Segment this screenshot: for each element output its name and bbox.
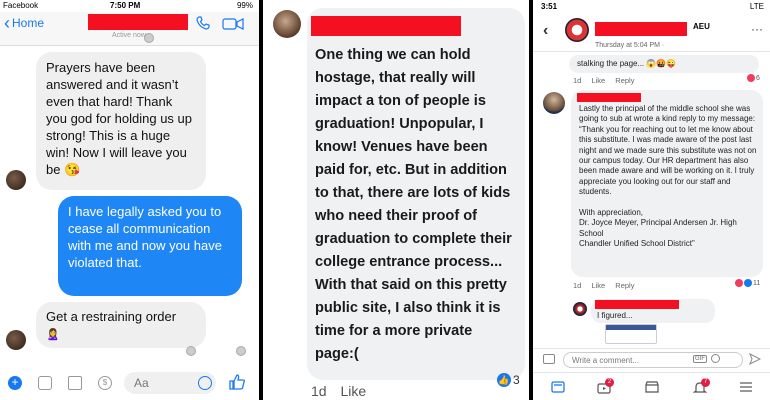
- carrier-label: Facebook: [3, 1, 39, 10]
- chat-header: ‹ Home Active now: [0, 12, 259, 46]
- notification-badge: 2: [605, 378, 614, 387]
- gif-button[interactable]: GIF: [693, 355, 707, 363]
- outgoing-message: I have legally asked you to cease all co…: [58, 196, 242, 296]
- reaction-count: 11: [735, 279, 760, 287]
- message-composer: + $ Aa: [0, 366, 259, 400]
- reaction-count: 6: [747, 74, 760, 82]
- comment-actions: 1d Like Reply: [573, 281, 642, 290]
- back-label: Home: [12, 16, 45, 30]
- redacted-commenter-name: [311, 16, 461, 36]
- group-name[interactable]: AEU: [693, 22, 710, 31]
- facebook-comment-screenshot: One thing we can hold hostage, that real…: [263, 0, 529, 400]
- bottom-tab-bar: 2 7: [533, 372, 770, 400]
- reaction-number: 3: [513, 373, 520, 387]
- contact-avatar: [6, 330, 26, 350]
- comment-time: 1d: [573, 76, 582, 85]
- redacted-contact-name: [88, 14, 188, 30]
- redacted-commenter-name: [577, 93, 641, 102]
- phone-icon[interactable]: [196, 16, 210, 30]
- reply-link[interactable]: Reply: [615, 281, 634, 290]
- seen-indicator: [186, 346, 196, 356]
- status-time: 7:50 PM: [110, 1, 141, 10]
- comment-time: 1d: [311, 383, 327, 399]
- like-link[interactable]: Like: [591, 76, 605, 85]
- status-time: 3:51: [541, 2, 558, 11]
- like-link[interactable]: Like: [591, 281, 605, 290]
- comment-time: 1d: [573, 281, 582, 290]
- redacted-poster-name: [595, 22, 687, 36]
- camera-icon[interactable]: [38, 376, 52, 390]
- post-header: ‹ AEU Thursday at 5:04 PM · ···: [533, 14, 770, 52]
- tab-watch[interactable]: 2: [597, 378, 614, 394]
- back-chevron-icon[interactable]: ‹: [543, 22, 548, 40]
- like-link[interactable]: Like: [340, 383, 366, 399]
- status-bar: 3:51 LTE: [533, 0, 770, 14]
- news-feed-icon[interactable]: [551, 381, 565, 393]
- group-logo: [565, 18, 589, 42]
- attached-image-thumbnail[interactable]: [605, 324, 657, 344]
- messenger-conversation-screenshot: Facebook 7:50 PM 99% ‹ Home Active now P…: [0, 0, 259, 400]
- heart-icon: [735, 279, 743, 287]
- like-icon: [744, 279, 752, 287]
- contact-avatar: [6, 170, 26, 190]
- chevron-left-icon: ‹: [4, 13, 10, 33]
- payment-icon[interactable]: $: [98, 376, 112, 390]
- camera-icon[interactable]: [543, 354, 555, 364]
- commenter-avatar: [543, 92, 565, 114]
- comment-text: One thing we can hold hostage, that real…: [315, 46, 512, 362]
- incoming-message: Get a restraining order 🙎‍♀️: [36, 302, 206, 348]
- reply-text: I figured...: [597, 311, 633, 320]
- commenter-avatar: [273, 10, 301, 38]
- comment-meta: 1d Like: [311, 383, 376, 399]
- network-label: LTE: [749, 2, 764, 11]
- seen-indicator: [144, 33, 154, 43]
- redacted-replier-name: [595, 300, 679, 309]
- reaction-number: 11: [753, 279, 761, 287]
- send-icon[interactable]: [749, 353, 761, 365]
- video-call-icon[interactable]: [222, 18, 244, 30]
- comment-actions: 1d Like Reply: [573, 76, 642, 85]
- active-status: Active now: [112, 32, 146, 39]
- reply-bubble: I figured...: [591, 299, 715, 323]
- more-options-icon[interactable]: ···: [751, 22, 763, 36]
- marketplace-icon[interactable]: [645, 381, 659, 393]
- comment-bubble: stalking the page... 😱🤬😜: [569, 55, 759, 73]
- reaction-count: 👍 3: [497, 373, 520, 387]
- status-bar: Facebook 7:50 PM 99%: [0, 0, 259, 12]
- woman-emoji-icon: 🙎‍♀️: [46, 329, 60, 341]
- heart-icon: [747, 74, 755, 82]
- thumbs-up-icon[interactable]: [228, 373, 246, 391]
- comment-composer: Write a comment... GIF: [533, 348, 770, 370]
- seen-indicator: [236, 346, 246, 356]
- tab-notifications[interactable]: 7: [692, 378, 710, 393]
- message-text: Get a restraining order: [46, 309, 177, 324]
- post-date: Thursday at 5:04 PM ·: [595, 42, 665, 49]
- reply-avatar: [573, 302, 587, 316]
- comment-bubble: Lastly the principal of the middle schoo…: [571, 90, 763, 277]
- comment-text: Lastly the principal of the middle schoo…: [579, 104, 757, 249]
- menu-icon[interactable]: [739, 381, 753, 393]
- facebook-group-post-screenshot: 3:51 LTE ‹ AEU Thursday at 5:04 PM · ···…: [533, 0, 770, 400]
- notification-badge: 7: [701, 378, 710, 387]
- photo-icon[interactable]: [68, 376, 82, 390]
- battery-label: 99%: [236, 1, 253, 10]
- reaction-number: 6: [756, 74, 760, 82]
- plus-icon[interactable]: +: [8, 376, 22, 390]
- emoji-icon[interactable]: [711, 354, 720, 363]
- emoji-icon[interactable]: [198, 376, 212, 390]
- incoming-message: Prayers have been answered and it wasn’t…: [36, 52, 206, 190]
- back-button[interactable]: ‹ Home: [4, 13, 45, 33]
- thumbs-up-icon: 👍: [497, 373, 511, 387]
- reply-link[interactable]: Reply: [615, 76, 634, 85]
